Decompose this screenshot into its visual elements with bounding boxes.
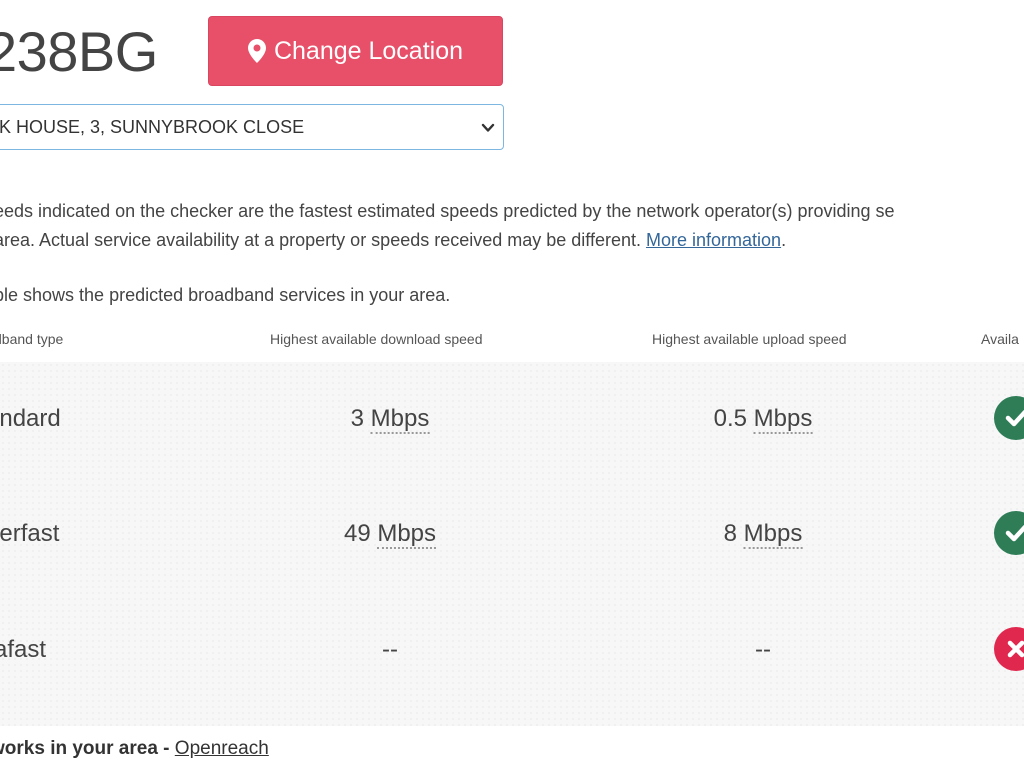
row-type-standard: andard (0, 405, 61, 432)
table-intro-text: ble shows the predicted broadband servic… (0, 285, 451, 305)
header-upload-speed: Highest available upload speed (652, 331, 847, 347)
address-selected-value: OK HOUSE, 3, SUNNYBROOK CLOSE (0, 117, 305, 137)
download-speed-standard: 3 Mbps (350, 405, 430, 434)
header-broadband-type: dband type (0, 331, 64, 347)
speed-disclaimer-line2: area. Actual service availability at a p… (0, 226, 786, 254)
speed-disclaimer-text: area. Actual service availability at a p… (0, 230, 647, 250)
download-value: 49 (343, 520, 371, 547)
row-type-ultrafast: rafast (0, 636, 47, 663)
broadband-checker-page: 238BG Change Location OK HOUSE, 3, SUNNY… (0, 0, 1024, 768)
row-type-superfast: perfast (0, 520, 60, 547)
upload-unit: Mbps (743, 520, 803, 549)
download-value: -- (382, 636, 398, 663)
download-unit: Mbps (377, 520, 437, 549)
speed-disclaimer-line1: eeds indicated on the checker are the fa… (0, 201, 895, 221)
upload-speed-superfast: 8 Mbps (723, 520, 803, 549)
upload-value: 0.5 (713, 405, 748, 432)
speed-table-body (0, 362, 1024, 726)
openreach-link[interactable]: Openreach (175, 738, 269, 759)
networks-in-area: works in your area - Openreach (0, 738, 269, 760)
networks-label: works in your area - (0, 738, 175, 759)
speed-disclaimer-period: . (781, 230, 787, 250)
postcode-heading: 238BG (0, 20, 158, 83)
chevron-down-icon (481, 119, 495, 140)
download-unit: Mbps (370, 405, 430, 434)
header-download-speed: Highest available download speed (270, 331, 483, 347)
header-availability: Availa (981, 331, 1019, 347)
upload-speed-standard: 0.5 Mbps (713, 405, 813, 434)
map-marker-icon (247, 39, 266, 63)
change-location-button[interactable]: Change Location (208, 16, 503, 86)
download-value: 3 (350, 405, 364, 432)
download-speed-superfast: 49 Mbps (343, 520, 437, 549)
change-location-label: Change Location (273, 36, 464, 65)
address-select[interactable]: OK HOUSE, 3, SUNNYBROOK CLOSE (0, 104, 504, 150)
more-information-link[interactable]: More information (646, 230, 781, 250)
upload-unit: Mbps (753, 405, 813, 434)
upload-value: 8 (723, 520, 737, 547)
upload-speed-ultrafast: -- (755, 636, 771, 664)
download-speed-ultrafast: -- (382, 636, 398, 664)
upload-value: -- (755, 636, 771, 663)
